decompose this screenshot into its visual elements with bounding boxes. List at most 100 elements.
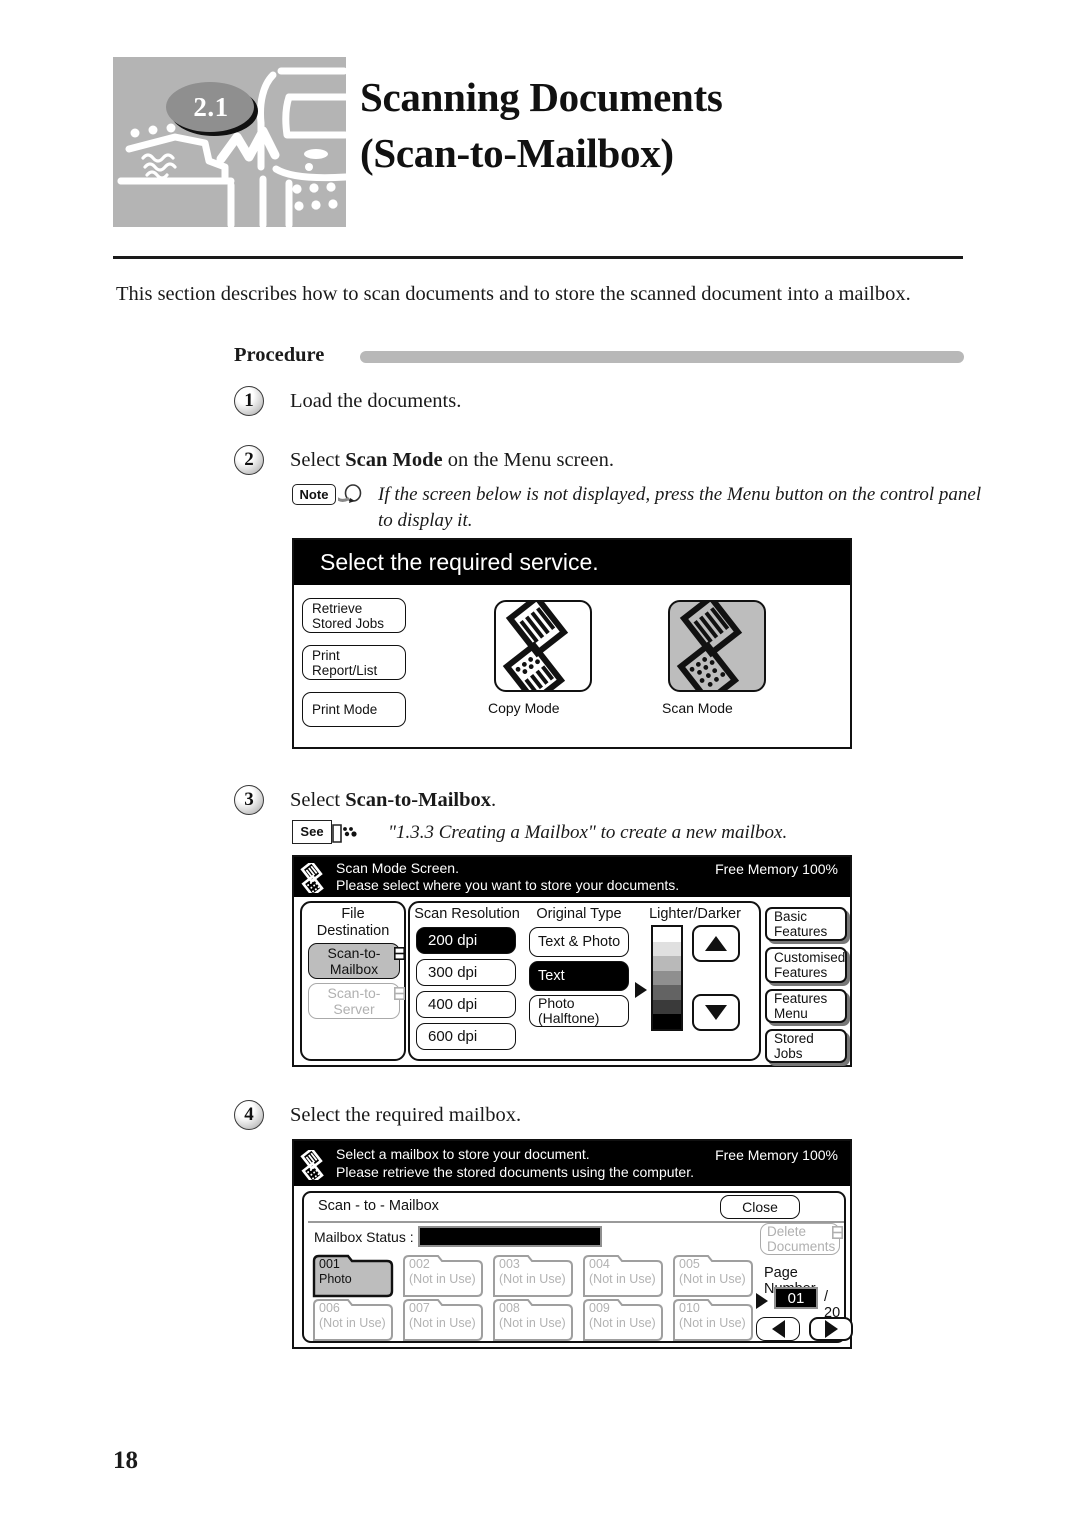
mailbox-folder-010[interactable]: 010 (Not in Use) xyxy=(672,1297,754,1342)
close-button[interactable]: Close xyxy=(720,1195,800,1219)
features-menu-tab[interactable]: Features Menu xyxy=(765,989,847,1023)
procedure-heading: Procedure xyxy=(234,344,964,368)
density-scale[interactable] xyxy=(651,925,683,1031)
mailbox-folder-009-label: 009 (Not in Use) xyxy=(589,1301,656,1331)
note-text: If the screen below is not displayed, pr… xyxy=(378,482,981,534)
mailbox-folder-006[interactable]: 006 (Not in Use) xyxy=(312,1297,394,1342)
service-screen-title: Select the required service. xyxy=(320,549,599,575)
mailbox-status-field xyxy=(418,1226,602,1247)
original-type-text-photo-button[interactable]: Text & Photo xyxy=(529,927,629,957)
retrieve-stored-jobs-button[interactable]: Retrieve Stored Jobs xyxy=(302,598,406,633)
scan-to-server-option-line-1: Scan-to- xyxy=(327,985,381,1001)
mailbox-panel-title: Scan - to - Mailbox xyxy=(318,1198,439,1214)
mailbox-folder-007[interactable]: 007 (Not in Use) xyxy=(402,1297,484,1342)
mailbox-status-label: Mailbox Status : xyxy=(314,1229,414,1245)
original-type-text-button[interactable]: Text xyxy=(529,961,629,991)
step-4-text: Select the required mailbox. xyxy=(290,1104,522,1126)
triangle-left-icon xyxy=(771,1320,785,1338)
step-3-text-bold: Scan-to-Mailbox xyxy=(345,789,491,811)
mailbox-folder-008-name: (Not in Use) xyxy=(499,1316,566,1330)
mailbox-folder-003-id: 003 xyxy=(499,1257,520,1271)
scanner-status-icon xyxy=(300,1150,324,1180)
density-step-1 xyxy=(653,927,681,942)
mailbox-title-line-1: Select a mailbox to store your document. xyxy=(336,1146,590,1162)
chapter-header: 2.1 Scanning Documents (Scan-to-Mailbox) xyxy=(113,57,963,229)
service-screen-titlebar: Select the required service. xyxy=(294,540,850,585)
mailbox-folder-006-label: 006 (Not in Use) xyxy=(319,1301,386,1331)
mailbox-folder-003[interactable]: 003 (Not in Use) xyxy=(492,1253,574,1298)
chapter-number-badge: 2.1 xyxy=(193,91,229,122)
mailbox-folder-004-name: (Not in Use) xyxy=(589,1272,656,1286)
mailbox-folder-010-name: (Not in Use) xyxy=(679,1316,746,1330)
mailbox-folder-004-id: 004 xyxy=(589,1257,610,1271)
mailbox-folder-009[interactable]: 009 (Not in Use) xyxy=(582,1297,664,1342)
mailbox-folder-004[interactable]: 004 (Not in Use) xyxy=(582,1253,664,1298)
mailbox-folder-002-label: 002 (Not in Use) xyxy=(409,1257,476,1287)
mailbox-folder-007-id: 007 xyxy=(409,1301,430,1315)
copy-mode-tile[interactable] xyxy=(494,593,592,706)
basic-features-tab[interactable]: Basic Features xyxy=(765,907,847,941)
customised-features-tab[interactable]: Customised Features xyxy=(765,947,847,983)
page-number-field[interactable]: 01 xyxy=(774,1287,818,1309)
file-destination-heading: File Destination xyxy=(300,906,406,940)
scan-to-server-option[interactable]: Scan-to- Server xyxy=(308,983,400,1019)
procedure-label: Procedure xyxy=(234,344,325,366)
mailbox-folder-005[interactable]: 005 (Not in Use) xyxy=(672,1253,754,1298)
scan-to-server-option-line-2: Server xyxy=(333,1001,375,1017)
scan-mode-label: Scan Mode xyxy=(662,700,733,716)
mailbox-folder-001-id: 001 xyxy=(319,1257,340,1271)
mailbox-folder-005-id: 005 xyxy=(679,1257,700,1271)
step-1-number: 1 xyxy=(234,386,264,416)
procedure-rule xyxy=(360,351,964,363)
mailbox-folder-002[interactable]: 002 (Not in Use) xyxy=(402,1253,484,1298)
delete-documents-label-1: Delete xyxy=(767,1224,807,1239)
note-tag: Note xyxy=(292,484,336,505)
page-pointer-icon xyxy=(756,1293,768,1309)
scan-mode-title-line-1: Scan Mode Screen. xyxy=(336,860,459,876)
scan-mode-tile[interactable] xyxy=(668,593,766,706)
density-down-button[interactable] xyxy=(692,994,740,1031)
density-step-3 xyxy=(653,956,681,971)
mailbox-folder-001[interactable]: 001 Photo xyxy=(312,1253,394,1298)
stored-jobs-tab[interactable]: Stored Jobs xyxy=(765,1029,847,1063)
close-button-label: Close xyxy=(742,1199,778,1215)
stored-jobs-tab-label: Stored Jobs xyxy=(774,1031,814,1061)
triangle-down-icon xyxy=(705,1005,727,1020)
resolution-300dpi-button[interactable]: 300 dpi xyxy=(416,959,516,986)
mailbox-folder-003-label: 003 (Not in Use) xyxy=(499,1257,566,1287)
service-selection-screen: Select the required service. Retrieve St… xyxy=(292,538,852,749)
page-number-footer: 18 xyxy=(113,1447,138,1474)
features-menu-tab-label: Features Menu xyxy=(774,991,828,1021)
copy-mode-icon xyxy=(502,593,569,706)
original-type-photo-label-2: (Halftone) xyxy=(538,1010,600,1026)
resolution-600dpi-button[interactable]: 600 dpi xyxy=(416,1023,516,1050)
step-1-text: Load the documents. xyxy=(290,390,462,412)
scan-to-mailbox-option[interactable]: Scan-to- Mailbox xyxy=(308,943,400,979)
mailbox-folder-010-id: 010 xyxy=(679,1301,700,1315)
resolution-200dpi-button[interactable]: 200 dpi xyxy=(416,927,516,954)
print-report-list-label-1: Print xyxy=(312,647,340,663)
original-type-heading: Original Type xyxy=(536,906,622,922)
print-mode-button[interactable]: Print Mode xyxy=(302,692,406,727)
resolution-400dpi-button[interactable]: 400 dpi xyxy=(416,991,516,1018)
step-2-text-bold: Scan Mode xyxy=(345,449,443,471)
scan-resolution-heading: Scan Resolution xyxy=(414,906,520,922)
density-up-button[interactable] xyxy=(692,925,740,962)
print-report-list-button[interactable]: Print Report/List xyxy=(302,645,406,680)
density-step-6 xyxy=(653,999,681,1015)
mailbox-folder-007-name: (Not in Use) xyxy=(409,1316,476,1330)
previous-page-button[interactable] xyxy=(756,1317,800,1341)
mailbox-free-memory: Free Memory 100% xyxy=(715,1147,838,1163)
next-page-button[interactable] xyxy=(809,1317,853,1341)
customised-features-tab-label-2: Features xyxy=(774,965,828,980)
delete-documents-button[interactable]: Delete Documents xyxy=(760,1223,840,1255)
step-2-number: 2 xyxy=(234,445,264,475)
density-step-7 xyxy=(653,1014,681,1030)
chapter-illustration: 2.1 xyxy=(113,57,346,227)
mailbox-folder-008[interactable]: 008 (Not in Use) xyxy=(492,1297,574,1342)
mailbox-selection-screen: Select a mailbox to store your document.… xyxy=(292,1139,853,1349)
mailbox-folder-007-label: 007 (Not in Use) xyxy=(409,1301,476,1331)
book-icon xyxy=(332,824,357,843)
mailbox-folder-001-label: 001 Photo xyxy=(319,1257,352,1287)
original-type-photo-halftone-button[interactable]: Photo (Halftone) xyxy=(529,995,629,1027)
